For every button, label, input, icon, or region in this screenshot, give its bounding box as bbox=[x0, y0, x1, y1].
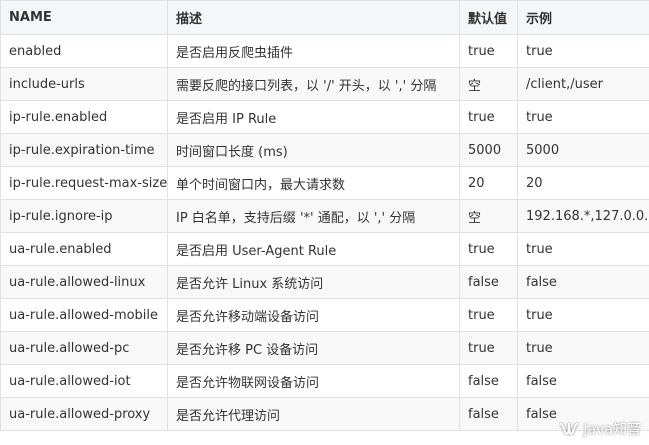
wechat-channel-icon bbox=[559, 422, 579, 436]
cell-name: enabled bbox=[0, 34, 168, 68]
table-row: ip-rule.expiration-time 时间窗口长度 (ms) 5000… bbox=[0, 133, 649, 167]
config-table: NAME 描述 默认值 示例 enabled 是否启用反爬虫插件 true tr… bbox=[0, 0, 649, 431]
cell-name: ip-rule.enabled bbox=[0, 100, 168, 134]
cell-example: true bbox=[517, 34, 649, 68]
header-example: 示例 bbox=[517, 0, 649, 35]
table-row: ua-rule.allowed-linux 是否允许 Linux 系统访问 fa… bbox=[0, 265, 649, 299]
header-description: 描述 bbox=[167, 0, 460, 35]
cell-description: 是否允许物联网设备访问 bbox=[167, 364, 460, 398]
cell-name: ip-rule.ignore-ip bbox=[0, 199, 168, 233]
table-row: ua-rule.allowed-iot 是否允许物联网设备访问 false fa… bbox=[0, 364, 649, 398]
table-row: enabled 是否启用反爬虫插件 true true bbox=[0, 34, 649, 68]
table-row: ip-rule.ignore-ip IP 白名单，支持后缀 '*' 通配，以 '… bbox=[0, 199, 649, 233]
cell-description: 是否启用 IP Rule bbox=[167, 100, 460, 134]
watermark-text: Java知音 bbox=[583, 422, 641, 438]
cell-description: 是否允许 Linux 系统访问 bbox=[167, 265, 460, 299]
table-row: ip-rule.request-max-size 单个时间窗口内，最大请求数 2… bbox=[0, 166, 649, 200]
cell-name: ua-rule.allowed-linux bbox=[0, 265, 168, 299]
cell-name: ip-rule.request-max-size bbox=[0, 166, 168, 200]
cell-default: 空 bbox=[459, 199, 518, 233]
cell-example: true bbox=[517, 100, 649, 134]
cell-default: false bbox=[459, 265, 518, 299]
cell-default: false bbox=[459, 364, 518, 398]
cell-default: false bbox=[459, 397, 518, 431]
cell-default: true bbox=[459, 298, 518, 332]
cell-description: 需要反爬的接口列表，以 '/' 开头，以 ',' 分隔 bbox=[167, 67, 460, 101]
cell-default: 空 bbox=[459, 67, 518, 101]
table-row: ua-rule.allowed-mobile 是否允许移动端设备访问 true … bbox=[0, 298, 649, 332]
cell-example: true bbox=[517, 232, 649, 266]
table-row: ua-rule.enabled 是否启用 User-Agent Rule tru… bbox=[0, 232, 649, 266]
cell-description: 是否启用反爬虫插件 bbox=[167, 34, 460, 68]
table-row: include-urls 需要反爬的接口列表，以 '/' 开头，以 ',' 分隔… bbox=[0, 67, 649, 101]
cell-description: 单个时间窗口内，最大请求数 bbox=[167, 166, 460, 200]
table-body: enabled 是否启用反爬虫插件 true true include-urls… bbox=[0, 34, 649, 431]
header-row: NAME 描述 默认值 示例 bbox=[0, 0, 649, 35]
cell-default: 5000 bbox=[459, 133, 518, 167]
header-default: 默认值 bbox=[459, 0, 518, 35]
watermark: Java知音 bbox=[559, 419, 641, 439]
cell-name: include-urls bbox=[0, 67, 168, 101]
cell-description: 是否允许移动端设备访问 bbox=[167, 298, 460, 332]
cell-example: /client,/user bbox=[517, 67, 649, 101]
cell-example: 192.168.*,127.0.0.1 bbox=[517, 199, 649, 233]
cell-default: true bbox=[459, 100, 518, 134]
cell-default: true bbox=[459, 331, 518, 365]
cell-example: 5000 bbox=[517, 133, 649, 167]
cell-default: true bbox=[459, 34, 518, 68]
cell-description: 是否启用 User-Agent Rule bbox=[167, 232, 460, 266]
cell-default: 20 bbox=[459, 166, 518, 200]
cell-name: ip-rule.expiration-time bbox=[0, 133, 168, 167]
cell-description: IP 白名单，支持后缀 '*' 通配，以 ',' 分隔 bbox=[167, 199, 460, 233]
cell-example: false bbox=[517, 364, 649, 398]
cell-default: true bbox=[459, 232, 518, 266]
cell-example: 20 bbox=[517, 166, 649, 200]
cell-example: true bbox=[517, 331, 649, 365]
table-row: ua-rule.allowed-pc 是否允许移 PC 设备访问 true tr… bbox=[0, 331, 649, 365]
cell-name: ua-rule.allowed-iot bbox=[0, 364, 168, 398]
cell-name: ua-rule.allowed-proxy bbox=[0, 397, 168, 431]
cell-name: ua-rule.allowed-pc bbox=[0, 331, 168, 365]
cell-example: false bbox=[517, 265, 649, 299]
table-header: NAME 描述 默认值 示例 bbox=[0, 0, 649, 35]
cell-example: true bbox=[517, 298, 649, 332]
table-row: ip-rule.enabled 是否启用 IP Rule true true bbox=[0, 100, 649, 134]
cell-description: 是否允许移 PC 设备访问 bbox=[167, 331, 460, 365]
cell-description: 是否允许代理访问 bbox=[167, 397, 460, 431]
table-row: ua-rule.allowed-proxy 是否允许代理访问 false fal… bbox=[0, 397, 649, 431]
cell-name: ua-rule.enabled bbox=[0, 232, 168, 266]
cell-description: 时间窗口长度 (ms) bbox=[167, 133, 460, 167]
cell-name: ua-rule.allowed-mobile bbox=[0, 298, 168, 332]
header-name: NAME bbox=[0, 0, 168, 35]
